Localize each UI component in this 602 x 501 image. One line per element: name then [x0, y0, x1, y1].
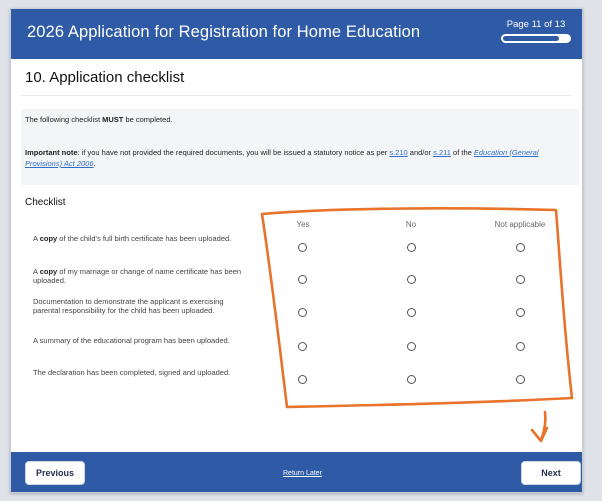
column-not-applicable: Not applicable	[494, 220, 546, 229]
radio-no-item-3[interactable]	[407, 308, 416, 317]
checklist-title: Checklist	[25, 197, 66, 208]
divider	[21, 95, 571, 96]
page-indicator: Page 11 of 13	[500, 19, 572, 43]
checklist-item-label: Documentation to demonstrate the applica…	[33, 297, 224, 315]
checklist-instruction: The following checklist MUST be complete…	[25, 115, 173, 124]
radio-yes-item-3[interactable]	[298, 308, 307, 317]
return-later-link[interactable]: Return Later	[283, 470, 322, 477]
radio-not-applicable-item-3[interactable]	[516, 308, 525, 317]
radio-yes-item-5[interactable]	[298, 375, 307, 384]
radio-not-applicable-item-1[interactable]	[516, 243, 525, 252]
s211-link[interactable]: s.211	[433, 148, 451, 157]
radio-yes-item-4[interactable]	[298, 342, 307, 351]
form-window: 2026 Application for Registration for Ho…	[10, 8, 583, 493]
checklist-item-label: A summary of the educational program has…	[33, 336, 230, 345]
info-box: The following checklist MUST be complete…	[21, 109, 579, 185]
footer-bar: Previous Return Later Next	[11, 452, 582, 492]
radio-no-item-4[interactable]	[407, 342, 416, 351]
radio-no-item-1[interactable]	[407, 243, 416, 252]
checklist-item-label: A copy of my marriage or change of name …	[33, 267, 242, 285]
radio-no-item-5[interactable]	[407, 375, 416, 384]
important-note: Important note: if you have not provided…	[25, 148, 539, 168]
radio-yes-item-1[interactable]	[298, 243, 307, 252]
previous-button[interactable]: Previous	[25, 461, 85, 485]
radio-not-applicable-item-5[interactable]	[516, 375, 525, 384]
radio-yes-item-2[interactable]	[298, 275, 307, 284]
checklist-item-label: The declaration has been completed, sign…	[33, 368, 231, 377]
section-title: 10. Application checklist	[25, 69, 185, 86]
radio-not-applicable-item-2[interactable]	[516, 275, 525, 284]
app-title: 2026 Application for Registration for Ho…	[27, 23, 421, 41]
checklist-item-label: A copy of the child's full birth certifi…	[33, 234, 232, 243]
s210-link[interactable]: s.210	[389, 148, 407, 157]
radio-no-item-2[interactable]	[407, 275, 416, 284]
header-bar: 2026 Application for Registration for Ho…	[11, 9, 582, 59]
radio-not-applicable-item-4[interactable]	[516, 342, 525, 351]
progress-fill	[502, 35, 560, 42]
page-number-text: Page 11 of 13	[506, 19, 566, 30]
progress-bar	[501, 34, 571, 43]
column-yes: Yes	[296, 220, 310, 229]
column-no: No	[405, 220, 417, 229]
next-button[interactable]: Next	[521, 461, 581, 485]
